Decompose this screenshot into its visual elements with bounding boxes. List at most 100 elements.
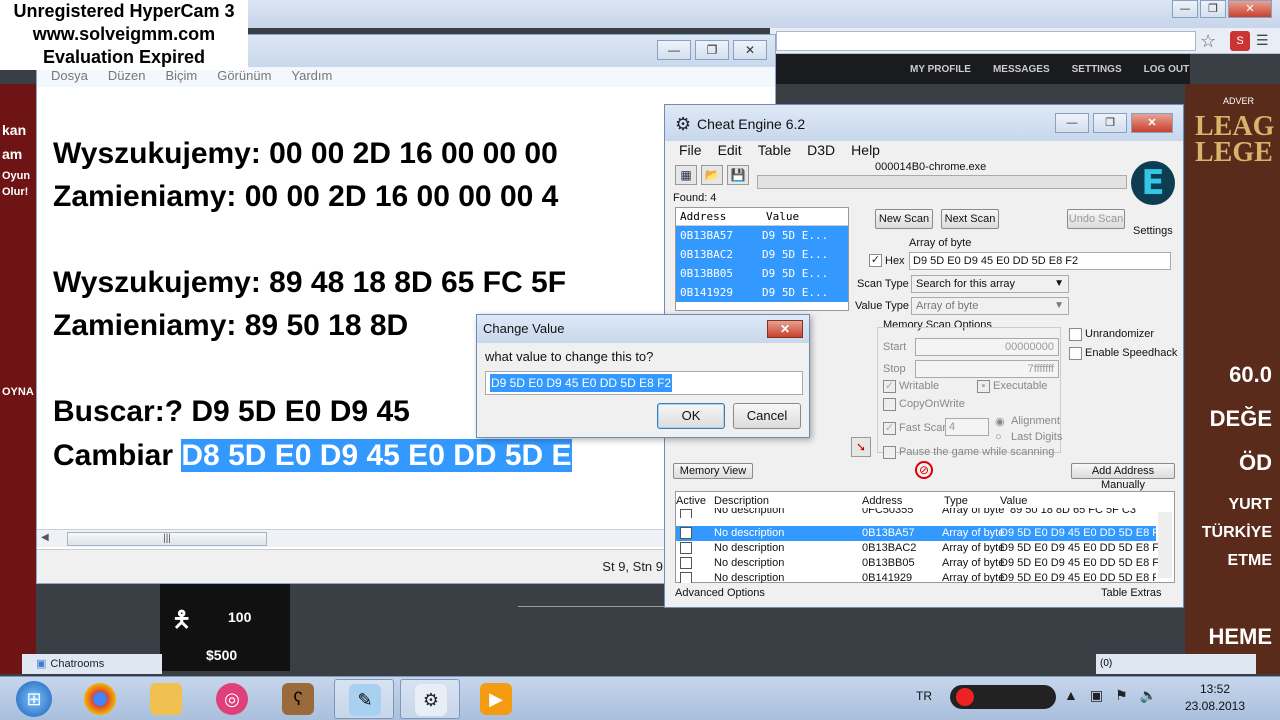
record-icon[interactable] [956,688,974,706]
left-ad-banner[interactable]: kan am Oyun Olur! OYNA [0,84,36,674]
table-row[interactable]: No description 0B13BB05 Array of byte D9… [676,556,1165,571]
taskbar-notepad[interactable]: ✎ [334,679,394,719]
recorder-controls[interactable] [950,685,1056,709]
bookmark-star-icon[interactable]: ☆ [1200,31,1216,52]
close-icon[interactable]: ✕ [1131,113,1173,133]
close-icon[interactable]: ✕ [1228,0,1272,18]
active-checkbox[interactable] [680,509,692,518]
minimize-icon[interactable]: — [1172,0,1198,18]
menu-file[interactable]: File [679,141,702,161]
active-checkbox[interactable] [680,527,692,539]
fastscan-value-input[interactable]: 4 [945,418,989,436]
nav-log-out[interactable]: LOG OUT [1144,64,1190,75]
fastscan-checkbox[interactable]: ✓ [883,422,896,435]
table-row[interactable]: No description 0B141929 Array of byte D9… [676,571,1156,583]
selected-text[interactable]: D8 5D E0 D9 45 E0 DD 5D E [181,439,572,472]
list-item[interactable]: 0B13BAC2 D9 5D E... [676,245,848,264]
maximize-icon[interactable]: ❐ [1093,113,1127,133]
address-table[interactable]: Active Description Address Type Value No… [675,491,1175,583]
table-extras-link[interactable]: Table Extras [1101,587,1162,599]
menu-yardim[interactable]: Yardım [291,67,332,87]
col-value[interactable]: Value [762,208,799,225]
volume-icon[interactable]: 🔈 [1140,687,1157,704]
list-item[interactable]: 0B13BA57 D9 5D E... [676,226,848,245]
cheat-engine-logo[interactable]: E [1127,161,1177,217]
open-file-icon[interactable]: 📂 [701,165,723,185]
value-type-select[interactable]: Array of byte ▼ [911,297,1069,315]
next-scan-button[interactable]: Next Scan [941,209,999,229]
language-indicator[interactable]: TR [916,689,932,703]
save-icon[interactable]: 💾 [727,165,749,185]
maximize-icon[interactable]: ❐ [695,40,729,60]
unrandomizer-checkbox[interactable] [1069,328,1082,341]
taskbar-media[interactable]: ▶ [466,679,526,719]
menu-bicim[interactable]: Biçim [165,67,197,87]
menu-edit[interactable]: Edit [718,141,742,161]
menu-icon[interactable]: ☰ [1256,32,1269,49]
stop-icon[interactable]: ⊘ [915,461,933,479]
maximize-icon[interactable]: ❐ [1200,0,1226,18]
memory-view-button[interactable]: Memory View [673,463,753,479]
active-checkbox[interactable] [680,557,692,569]
lastdigits-radio[interactable]: ○ [995,431,1002,443]
nav-messages[interactable]: MESSAGES [993,64,1050,75]
alignment-radio[interactable]: ◉ [995,415,1005,428]
extension-icon[interactable]: S [1230,31,1250,51]
nav-my-profile[interactable]: MY PROFILE [910,64,971,75]
table-vertical-scrollbar[interactable] [1158,512,1172,578]
scroll-left-icon[interactable]: ◀ [41,532,49,543]
cancel-button[interactable]: Cancel [733,403,801,429]
taskbar-app[interactable]: ◎ [202,679,262,719]
stop-address-input[interactable]: 7fffffff [915,360,1059,378]
taskbar-chrome[interactable] [70,679,130,719]
add-address-manually-button[interactable]: Add Address Manually [1071,463,1175,491]
speedhack-checkbox[interactable] [1069,347,1082,360]
start-button[interactable]: ⊞ [6,679,62,719]
scan-results-list[interactable]: Address Value 0B13BA57 D9 5D E... 0B13BAC… [675,207,849,311]
menu-duzen[interactable]: Düzen [108,67,146,87]
menu-dosya[interactable]: Dosya [51,67,88,87]
show-hidden-icons-icon[interactable]: ▲ [1064,687,1078,704]
ok-button[interactable]: OK [657,403,725,429]
scan-value-input[interactable]: D9 5D E0 D9 45 E0 DD 5D E8 F2 [909,252,1171,270]
taskbar-cheat-engine[interactable]: ⚙ [400,679,460,719]
minimize-icon[interactable]: — [657,40,691,60]
ce-titlebar[interactable]: ⚙ Cheat Engine 6.2 — ❐ ✕ [665,105,1183,141]
new-scan-button[interactable]: New Scan [875,209,933,229]
hex-checkbox[interactable]: ✓ [869,254,882,267]
pause-game-checkbox[interactable] [883,446,896,459]
list-item[interactable]: 0B13BB05 D9 5D E... [676,264,848,283]
executable-checkbox[interactable]: ▪ [977,380,990,393]
writable-checkbox[interactable]: ✓ [883,380,896,393]
scrollbar-thumb[interactable]: ||| [67,532,267,546]
network-icon[interactable]: ▣ [1090,687,1103,704]
start-address-input[interactable]: 00000000 [915,338,1059,356]
table-row[interactable]: No description 0FC50355 Array of byte 89… [676,508,1156,518]
active-checkbox[interactable] [680,542,692,554]
settings-link[interactable]: Settings [1133,225,1173,237]
undo-scan-button[interactable]: Undo Scan [1067,209,1125,229]
minimize-icon[interactable]: — [1055,113,1089,133]
select-process-icon[interactable]: ▦ [675,165,697,185]
close-icon[interactable]: ✕ [733,40,767,60]
taskbar-explorer[interactable] [136,679,196,719]
list-item[interactable]: 0B141929 D9 5D E... [676,283,848,302]
taskbar-app[interactable]: ʕ [268,679,328,719]
action-center-icon[interactable]: ⚑ [1115,687,1128,704]
copyonwrite-checkbox[interactable] [883,398,896,411]
add-to-list-arrow-icon[interactable]: ➘ [851,437,871,457]
address-bar[interactable] [776,31,1196,51]
active-checkbox[interactable] [680,572,692,583]
menu-table[interactable]: Table [758,141,791,161]
advanced-options-link[interactable]: Advanced Options [675,587,765,599]
new-value-input[interactable]: D9 5D E0 D9 45 E0 DD 5D E8 F2 [485,371,803,395]
nav-settings[interactable]: SETTINGS [1072,64,1122,75]
clock[interactable]: 13:52 23.08.2013 [1180,681,1250,715]
close-icon[interactable]: ✕ [767,320,803,338]
chatrooms-tab[interactable]: ▣ Chatrooms [22,654,162,674]
table-row[interactable]: No description 0B13BA57 Array of byte D9… [676,526,1165,541]
scan-type-select[interactable]: Search for this array ▼ [911,275,1069,293]
table-row[interactable]: No description 0B13BAC2 Array of byte D9… [676,541,1165,556]
right-ad-banner[interactable]: ADVER LEAG LEGE 60.0 DEĞE ÖD YURT TÜRKİY… [1185,84,1280,674]
col-address[interactable]: Address [676,208,762,225]
